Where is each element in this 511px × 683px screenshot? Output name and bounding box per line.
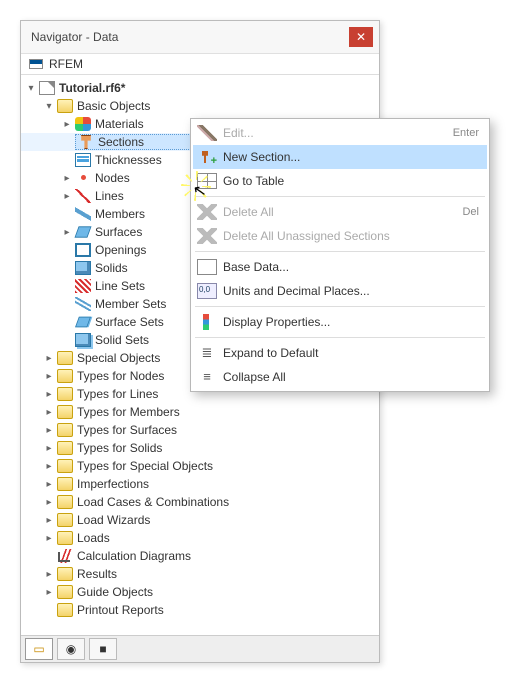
members-icon [75, 207, 91, 221]
chevron-right-icon[interactable] [61, 190, 73, 202]
eye-icon: ◉ [66, 642, 76, 656]
openings-icon [75, 243, 91, 257]
app-label: RFEM [49, 57, 83, 71]
edit-icon [197, 125, 217, 141]
folder-icon [57, 585, 73, 599]
file-node[interactable]: Tutorial.rf6* [21, 79, 379, 97]
materials-icon [75, 117, 91, 131]
app-icon [29, 59, 43, 69]
window-title: Navigator - Data [31, 30, 118, 44]
menu-display-properties[interactable]: Display Properties... [193, 310, 487, 334]
folder-icon [57, 441, 73, 455]
new-section-icon [197, 149, 217, 165]
close-button[interactable]: ✕ [349, 27, 373, 47]
solid-sets-icon [75, 333, 91, 347]
folder-icon [57, 531, 73, 545]
menu-units[interactable]: Units and Decimal Places... [193, 279, 487, 303]
table-icon [197, 173, 217, 189]
folder-icon [57, 513, 73, 527]
line-sets-icon [75, 279, 91, 293]
menu-go-to-table[interactable]: Go to Table [193, 169, 487, 193]
base-data-icon [197, 259, 217, 275]
folder-icon [57, 351, 73, 365]
folder-icon [57, 99, 73, 113]
folder-icon [57, 477, 73, 491]
folder-icon [57, 567, 73, 581]
types-for-members-node[interactable]: Types for Members [21, 403, 379, 421]
thicknesses-icon [75, 153, 91, 167]
properties-icon [203, 314, 209, 330]
imperfections-node[interactable]: Imperfections [21, 475, 379, 493]
delete-icon [197, 204, 217, 220]
folder-icon [57, 603, 73, 617]
results-node[interactable]: Results [21, 565, 379, 583]
sections-label: Sections [98, 135, 144, 149]
toolbar-video-button[interactable]: ■ [89, 638, 117, 660]
menu-delete-all[interactable]: Delete All Del [193, 200, 487, 224]
basic-objects-node[interactable]: Basic Objects [21, 97, 379, 115]
loads-node[interactable]: Loads [21, 529, 379, 547]
navigator-icon: ▭ [33, 642, 44, 656]
folder-icon [57, 459, 73, 473]
calculation-diagrams-node[interactable]: Calculation Diagrams [21, 547, 379, 565]
folder-icon [57, 495, 73, 509]
menu-new-section[interactable]: New Section... [193, 145, 487, 169]
basic-objects-label: Basic Objects [77, 99, 150, 113]
solids-icon [75, 261, 91, 275]
nodes-icon [75, 171, 91, 185]
surfaces-icon [75, 226, 92, 237]
chevron-right-icon[interactable] [61, 118, 73, 130]
collapse-icon [197, 369, 217, 385]
toolbar-views-button[interactable]: ◉ [57, 638, 85, 660]
folder-icon [57, 369, 73, 383]
camera-icon: ■ [99, 642, 106, 656]
menu-collapse[interactable]: Collapse All [193, 365, 487, 389]
file-label: Tutorial.rf6* [59, 81, 125, 95]
expand-icon [197, 345, 217, 361]
app-header: RFEM [21, 54, 379, 75]
menu-separator [195, 337, 485, 338]
document-icon [39, 81, 55, 95]
chevron-right-icon[interactable] [61, 172, 73, 184]
units-icon [197, 283, 217, 299]
sections-icon [78, 135, 94, 149]
printout-reports-node[interactable]: Printout Reports [21, 601, 379, 619]
chevron-down-icon[interactable] [25, 82, 37, 94]
menu-base-data[interactable]: Base Data... [193, 255, 487, 279]
folder-icon [57, 405, 73, 419]
load-cases-node[interactable]: Load Cases & Combinations [21, 493, 379, 511]
load-wizards-node[interactable]: Load Wizards [21, 511, 379, 529]
close-icon: ✕ [356, 31, 366, 43]
menu-edit[interactable]: Edit... Enter [193, 121, 487, 145]
guide-objects-node[interactable]: Guide Objects [21, 583, 379, 601]
types-for-special-objects-node[interactable]: Types for Special Objects [21, 457, 379, 475]
lines-icon [75, 189, 91, 203]
types-for-solids-node[interactable]: Types for Solids [21, 439, 379, 457]
menu-separator [195, 251, 485, 252]
delete-icon [197, 228, 217, 244]
menu-separator [195, 196, 485, 197]
chevron-down-icon[interactable] [43, 100, 55, 112]
types-for-surfaces-node[interactable]: Types for Surfaces [21, 421, 379, 439]
context-menu: Edit... Enter New Section... Go to Table… [190, 118, 490, 392]
chevron-right-icon[interactable] [61, 226, 73, 238]
menu-separator [195, 306, 485, 307]
member-sets-icon [75, 297, 91, 311]
toolbar-data-button[interactable]: ▭ [25, 638, 53, 660]
tree-spacer [61, 136, 73, 148]
folder-icon [57, 387, 73, 401]
materials-label: Materials [95, 117, 144, 131]
titlebar: Navigator - Data ✕ [21, 21, 379, 54]
menu-expand[interactable]: Expand to Default [193, 341, 487, 365]
calculation-diagrams-icon [57, 549, 73, 563]
menu-delete-unassigned[interactable]: Delete All Unassigned Sections [193, 224, 487, 248]
folder-icon [57, 423, 73, 437]
surface-sets-icon [75, 317, 91, 328]
